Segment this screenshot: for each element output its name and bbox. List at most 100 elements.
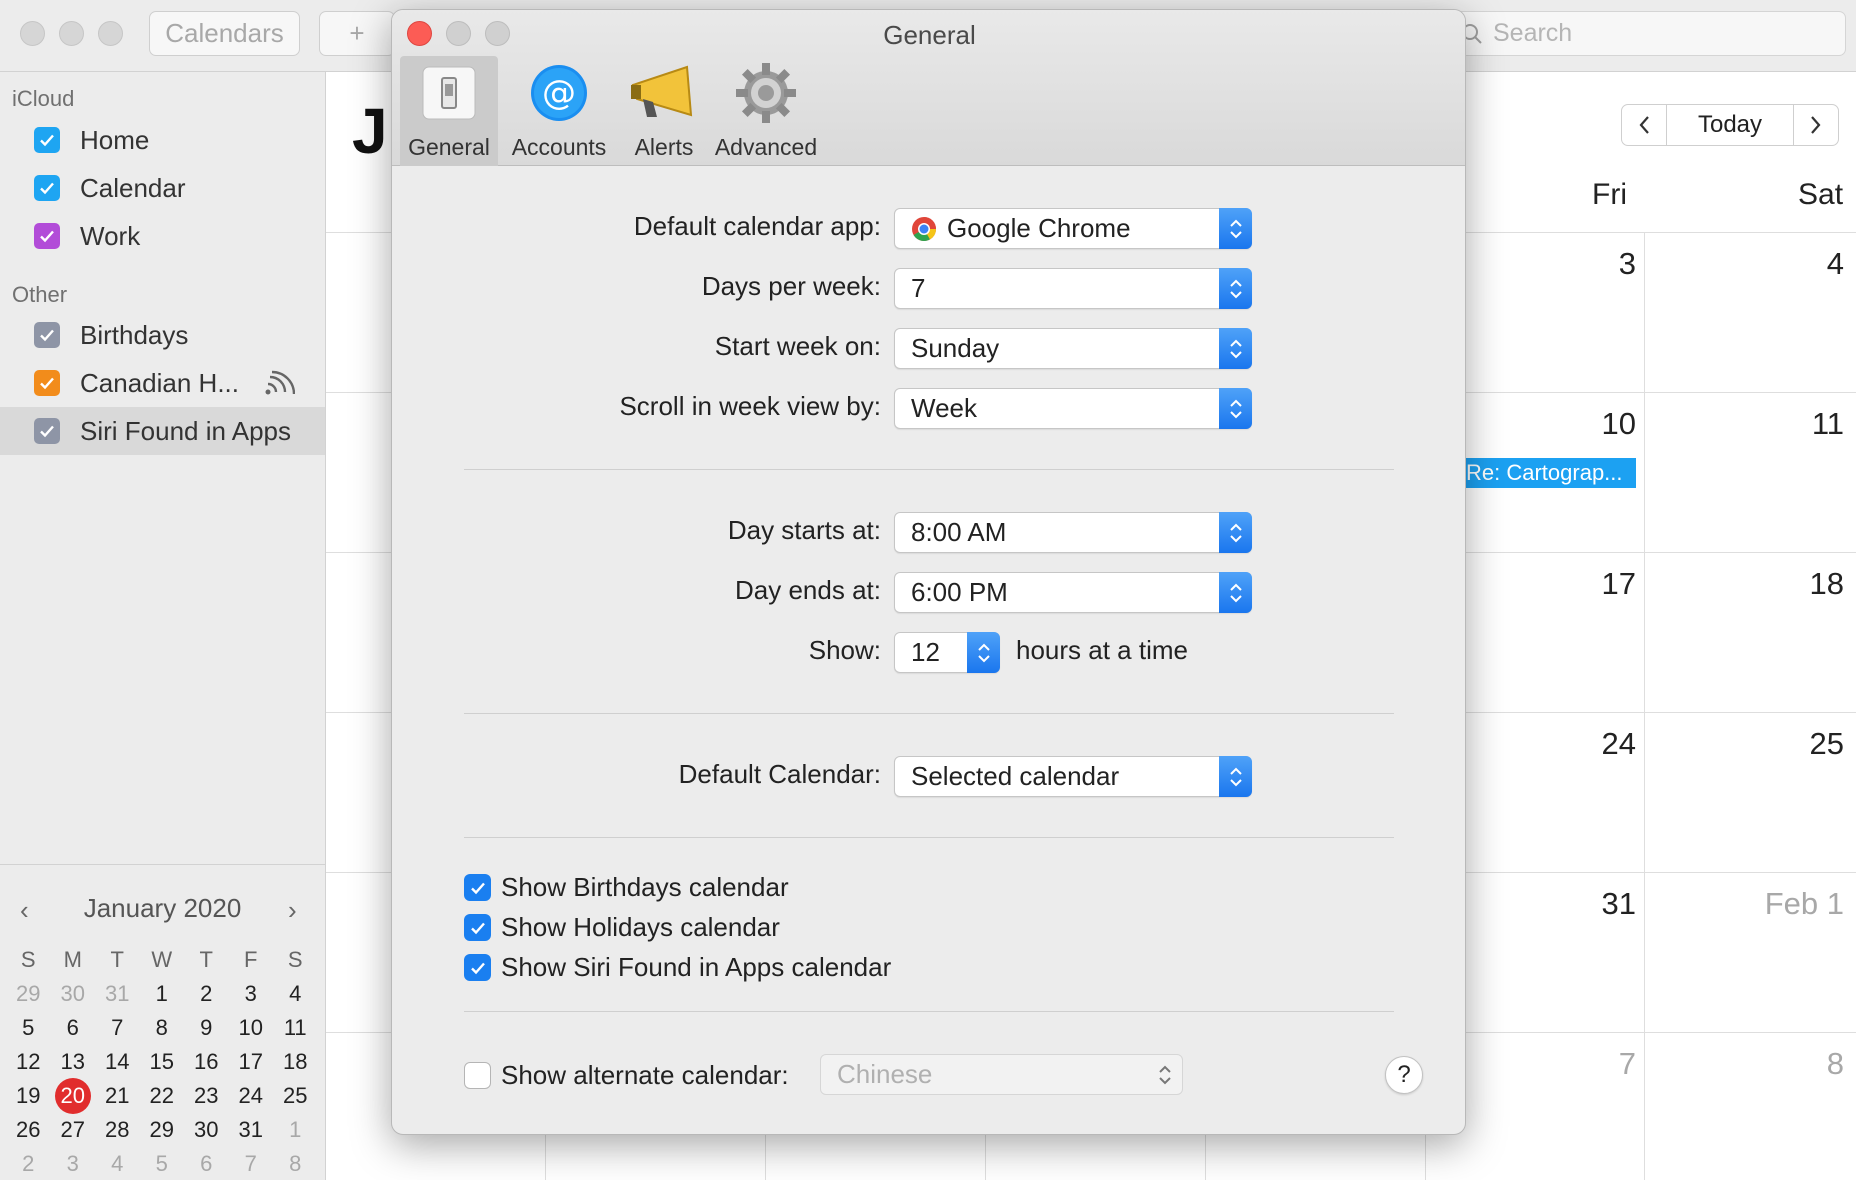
mini-day[interactable]: 7 (229, 1147, 274, 1180)
day-cell-number[interactable]: 11 (1706, 406, 1844, 442)
sidebar-item-home[interactable]: Home (0, 116, 325, 164)
show-birthdays-checkbox[interactable] (464, 874, 491, 901)
day-cell-number[interactable]: 7 (1526, 1046, 1636, 1082)
day-cell-number[interactable]: 3 (1526, 246, 1636, 282)
start-week-popup[interactable]: Sunday (894, 328, 1252, 369)
mini-day[interactable]: 4 (273, 977, 318, 1011)
day-cell-number[interactable]: 25 (1706, 726, 1844, 762)
sidebar-item-siri-found-in-apps[interactable]: Siri Found in Apps (0, 407, 325, 455)
show-hours-popup[interactable]: 12 (894, 632, 1000, 673)
mini-day[interactable]: 6 (184, 1147, 229, 1180)
show-holidays-row[interactable]: Show Holidays calendar (464, 912, 780, 943)
mini-day[interactable]: 3 (51, 1147, 96, 1180)
checkbox-home[interactable] (34, 127, 60, 153)
mini-day[interactable]: 25 (273, 1079, 318, 1113)
mini-calendar-next-button[interactable]: › (288, 895, 297, 926)
mini-day[interactable]: 7 (95, 1011, 140, 1045)
mini-day[interactable]: 19 (6, 1079, 51, 1113)
mini-day[interactable]: 1 (140, 977, 185, 1011)
search-field[interactable]: Search (1440, 11, 1846, 56)
mini-day[interactable]: 24 (229, 1079, 274, 1113)
window-zoom-button[interactable] (98, 21, 123, 46)
day-cell-number[interactable]: 10 (1526, 406, 1636, 442)
mini-day[interactable]: 12 (6, 1045, 51, 1079)
day-cell-number[interactable]: 18 (1706, 566, 1844, 602)
show-hours-suffix: hours at a time (1016, 635, 1188, 665)
mini-day[interactable]: 23 (184, 1079, 229, 1113)
checkbox-birthdays[interactable] (34, 322, 60, 348)
mini-day[interactable]: 9 (184, 1011, 229, 1045)
mini-day[interactable]: 21 (95, 1079, 140, 1113)
alternate-calendar-popup[interactable]: Chinese (820, 1054, 1183, 1095)
show-birthdays-row[interactable]: Show Birthdays calendar (464, 872, 789, 903)
mini-day[interactable]: 14 (95, 1045, 140, 1079)
tab-accounts[interactable]: @ Accounts (504, 56, 614, 166)
day-ends-popup[interactable]: 6:00 PM (894, 572, 1252, 613)
mini-day[interactable]: 27 (51, 1113, 96, 1147)
tab-alerts[interactable]: Alerts (616, 56, 712, 166)
mini-day[interactable]: 13 (51, 1045, 96, 1079)
mini-day[interactable]: 17 (229, 1045, 274, 1079)
show-siri-row[interactable]: Show Siri Found in Apps calendar (464, 952, 891, 983)
checkbox-siri-found-in-apps[interactable] (34, 418, 60, 444)
mini-day[interactable]: 10 (229, 1011, 274, 1045)
add-event-button[interactable]: + (319, 11, 395, 56)
default-app-popup[interactable]: Google Chrome (894, 208, 1252, 249)
mini-day[interactable]: 4 (95, 1147, 140, 1180)
calendars-button[interactable]: Calendars (149, 11, 300, 56)
mini-day[interactable]: 5 (140, 1147, 185, 1180)
mini-day[interactable]: 2 (184, 977, 229, 1011)
help-button[interactable]: ? (1385, 1056, 1423, 1094)
day-starts-popup[interactable]: 8:00 AM (894, 512, 1252, 553)
next-month-button[interactable] (1794, 105, 1838, 145)
mini-day[interactable]: 1 (273, 1113, 318, 1147)
mini-day[interactable]: 5 (6, 1011, 51, 1045)
show-holidays-checkbox[interactable] (464, 914, 491, 941)
sidebar-item-canadian-holidays[interactable]: Canadian H... (0, 359, 325, 407)
mini-day[interactable]: 11 (273, 1011, 318, 1045)
today-button[interactable]: Today (1666, 105, 1794, 145)
mini-day[interactable]: 8 (140, 1011, 185, 1045)
mini-day[interactable]: 3 (229, 977, 274, 1011)
mini-day[interactable]: 29 (140, 1113, 185, 1147)
tab-general[interactable]: General (400, 56, 498, 166)
day-cell-number[interactable]: 8 (1706, 1046, 1844, 1082)
show-alternate-row[interactable]: Show alternate calendar: (464, 1060, 789, 1091)
day-cell-number[interactable]: Feb 1 (1706, 886, 1844, 922)
window-close-button[interactable] (20, 21, 45, 46)
mini-day[interactable]: 8 (273, 1147, 318, 1180)
sidebar-item-birthdays[interactable]: Birthdays (0, 311, 325, 359)
day-cell-number[interactable]: 4 (1706, 246, 1844, 282)
previous-month-button[interactable] (1622, 105, 1666, 145)
calendar-event[interactable]: Re: Cartograp... (1460, 458, 1636, 488)
mini-day[interactable]: 31 (95, 977, 140, 1011)
show-alternate-checkbox[interactable] (464, 1062, 491, 1089)
sidebar-item-work[interactable]: Work (0, 212, 325, 260)
mini-day[interactable]: 26 (6, 1113, 51, 1147)
day-cell-number[interactable]: 31 (1526, 886, 1636, 922)
scroll-week-popup[interactable]: Week (894, 388, 1252, 429)
mini-day[interactable]: 2 (6, 1147, 51, 1180)
checkbox-canadian-holidays[interactable] (34, 370, 60, 396)
mini-day[interactable]: 28 (95, 1113, 140, 1147)
mini-day[interactable]: 18 (273, 1045, 318, 1079)
window-minimize-button[interactable] (59, 21, 84, 46)
day-cell-number[interactable]: 17 (1526, 566, 1636, 602)
mini-day[interactable]: 30 (51, 977, 96, 1011)
mini-day[interactable]: 16 (184, 1045, 229, 1079)
mini-day[interactable]: 6 (51, 1011, 96, 1045)
checkbox-work[interactable] (34, 223, 60, 249)
mini-day-today[interactable]: 20 (51, 1078, 96, 1114)
checkbox-calendar[interactable] (34, 175, 60, 201)
mini-day[interactable]: 15 (140, 1045, 185, 1079)
mini-day[interactable]: 22 (140, 1079, 185, 1113)
default-calendar-popup[interactable]: Selected calendar (894, 756, 1252, 797)
mini-day[interactable]: 29 (6, 977, 51, 1011)
mini-day[interactable]: 31 (229, 1113, 274, 1147)
tab-advanced[interactable]: Advanced (708, 56, 824, 166)
show-siri-checkbox[interactable] (464, 954, 491, 981)
sidebar-item-calendar[interactable]: Calendar (0, 164, 325, 212)
mini-day[interactable]: 30 (184, 1113, 229, 1147)
days-per-week-popup[interactable]: 7 (894, 268, 1252, 309)
day-cell-number[interactable]: 24 (1526, 726, 1636, 762)
